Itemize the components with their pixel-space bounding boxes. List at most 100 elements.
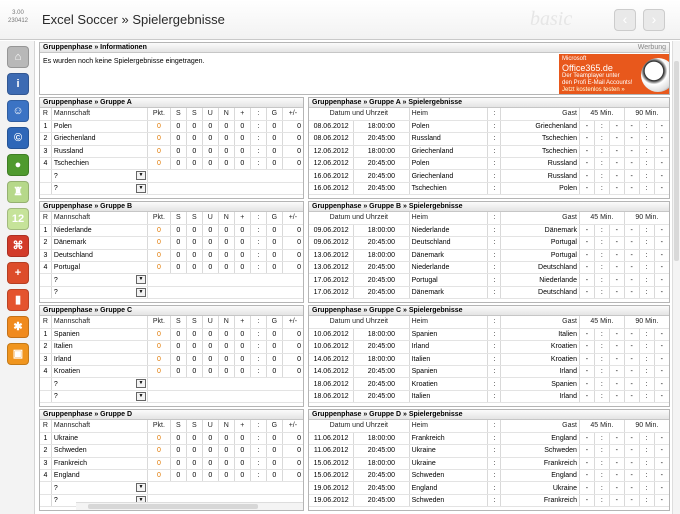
- score-input[interactable]: :: [594, 286, 610, 300]
- score-input[interactable]: :: [594, 157, 610, 171]
- dropdown-arrow-icon[interactable]: ▼: [135, 275, 146, 285]
- score-input[interactable]: :: [639, 169, 655, 183]
- score-input[interactable]: -: [609, 286, 625, 300]
- score-input[interactable]: -: [579, 365, 595, 379]
- score-input[interactable]: -: [579, 182, 595, 196]
- score-input[interactable]: -: [579, 432, 595, 446]
- score-input[interactable]: :: [639, 481, 655, 495]
- score-input[interactable]: :: [639, 340, 655, 354]
- score-input[interactable]: -: [654, 353, 669, 367]
- score-input[interactable]: -: [624, 236, 640, 250]
- score-input[interactable]: -: [579, 273, 595, 287]
- score-input[interactable]: -: [624, 249, 640, 263]
- score-input[interactable]: :: [594, 261, 610, 275]
- score-input[interactable]: -: [579, 457, 595, 471]
- score-input[interactable]: :: [594, 120, 610, 134]
- score-input[interactable]: :: [639, 236, 655, 250]
- score-input[interactable]: :: [639, 390, 655, 404]
- score-input[interactable]: -: [654, 157, 669, 171]
- back-button[interactable]: ‹: [614, 9, 636, 31]
- score-input[interactable]: :: [639, 249, 655, 263]
- score-input[interactable]: :: [594, 340, 610, 354]
- score-input[interactable]: -: [624, 120, 640, 134]
- score-input[interactable]: :: [639, 145, 655, 159]
- score-input[interactable]: -: [609, 469, 625, 483]
- score-input[interactable]: -: [579, 353, 595, 367]
- score-input[interactable]: -: [609, 444, 625, 458]
- score-input[interactable]: -: [609, 236, 625, 250]
- score-input[interactable]: -: [579, 444, 595, 458]
- sidebar-button-soccer-ball[interactable]: ●: [7, 154, 29, 176]
- sidebar-button-home[interactable]: ⌂: [7, 46, 29, 68]
- score-input[interactable]: -: [654, 457, 669, 471]
- score-input[interactable]: -: [624, 273, 640, 287]
- score-input[interactable]: -: [624, 444, 640, 458]
- score-input[interactable]: -: [579, 328, 595, 342]
- score-input[interactable]: -: [609, 365, 625, 379]
- score-input[interactable]: :: [594, 377, 610, 391]
- horizontal-scrollbar[interactable]: [76, 502, 303, 510]
- score-input[interactable]: -: [654, 432, 669, 446]
- score-input[interactable]: -: [654, 328, 669, 342]
- score-input[interactable]: -: [609, 457, 625, 471]
- score-input[interactable]: -: [654, 273, 669, 287]
- score-input[interactable]: -: [624, 132, 640, 146]
- score-input[interactable]: -: [609, 377, 625, 391]
- score-input[interactable]: :: [639, 157, 655, 171]
- score-input[interactable]: -: [654, 286, 669, 300]
- score-input[interactable]: -: [579, 377, 595, 391]
- score-input[interactable]: -: [609, 249, 625, 263]
- dropdown-arrow-icon[interactable]: ▼: [135, 287, 146, 297]
- team-select[interactable]: ? ▼: [51, 481, 148, 495]
- score-input[interactable]: -: [624, 169, 640, 183]
- team-select[interactable]: ? ▼: [51, 273, 148, 287]
- score-input[interactable]: :: [594, 132, 610, 146]
- score-input[interactable]: :: [639, 286, 655, 300]
- score-input[interactable]: :: [594, 145, 610, 159]
- score-input[interactable]: -: [609, 145, 625, 159]
- score-input[interactable]: -: [609, 132, 625, 146]
- score-input[interactable]: -: [579, 390, 595, 404]
- score-input[interactable]: :: [639, 261, 655, 275]
- score-input[interactable]: :: [639, 120, 655, 134]
- dropdown-arrow-icon[interactable]: ▼: [135, 483, 146, 493]
- score-input[interactable]: -: [609, 328, 625, 342]
- score-input[interactable]: -: [609, 182, 625, 196]
- score-input[interactable]: -: [654, 132, 669, 146]
- score-input[interactable]: :: [594, 353, 610, 367]
- score-input[interactable]: :: [594, 182, 610, 196]
- score-input[interactable]: -: [579, 236, 595, 250]
- sidebar-button-statistics[interactable]: ▮: [7, 289, 29, 311]
- score-input[interactable]: -: [624, 145, 640, 159]
- score-input[interactable]: :: [639, 132, 655, 146]
- score-input[interactable]: -: [654, 365, 669, 379]
- score-input[interactable]: -: [624, 365, 640, 379]
- score-input[interactable]: :: [639, 365, 655, 379]
- score-input[interactable]: -: [609, 273, 625, 287]
- score-input[interactable]: -: [654, 145, 669, 159]
- score-input[interactable]: -: [624, 481, 640, 495]
- score-input[interactable]: -: [654, 224, 669, 238]
- score-input[interactable]: -: [624, 182, 640, 196]
- ad-banner[interactable]: Microsoft Office365.de Der Teamplayer un…: [559, 54, 669, 94]
- scrollbar-thumb[interactable]: [674, 61, 679, 261]
- score-input[interactable]: -: [624, 261, 640, 275]
- score-input[interactable]: :: [639, 273, 655, 287]
- score-input[interactable]: -: [609, 390, 625, 404]
- score-input[interactable]: -: [579, 261, 595, 275]
- score-input[interactable]: -: [624, 494, 640, 508]
- score-input[interactable]: -: [609, 494, 625, 508]
- score-input[interactable]: :: [594, 457, 610, 471]
- score-input[interactable]: -: [624, 157, 640, 171]
- score-input[interactable]: :: [639, 377, 655, 391]
- team-select[interactable]: ? ▼: [51, 182, 148, 196]
- score-input[interactable]: -: [654, 169, 669, 183]
- score-input[interactable]: :: [639, 224, 655, 238]
- score-input[interactable]: :: [594, 365, 610, 379]
- score-input[interactable]: :: [594, 249, 610, 263]
- score-input[interactable]: :: [639, 444, 655, 458]
- sidebar-button-save[interactable]: ▣: [7, 343, 29, 365]
- sidebar-button-trophy[interactable]: ♜: [7, 181, 29, 203]
- score-input[interactable]: -: [609, 261, 625, 275]
- score-input[interactable]: -: [654, 236, 669, 250]
